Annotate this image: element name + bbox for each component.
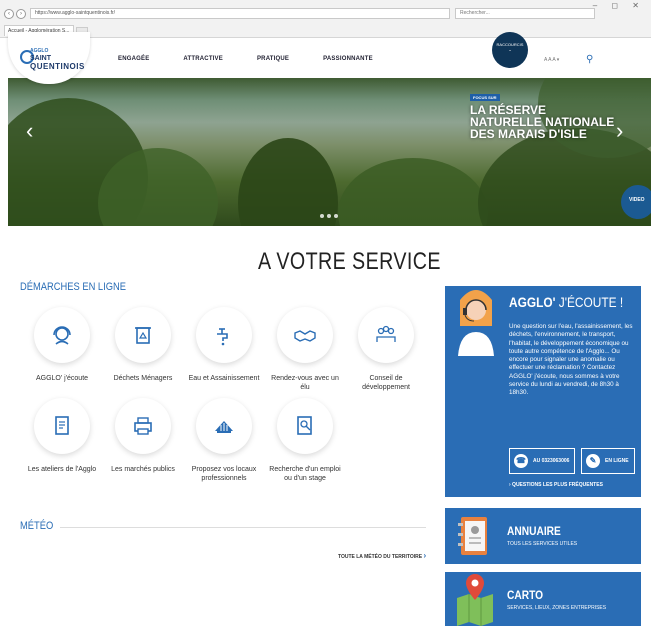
handshake-icon — [294, 330, 316, 342]
nav-attractive[interactable]: ATTRACTIVE — [183, 56, 223, 62]
service-rendez-vous[interactable]: Rendez-vous avec un élu — [265, 307, 345, 392]
recycle-bin-icon — [135, 327, 151, 344]
map-pin-icon — [457, 574, 493, 626]
nav-pratique[interactable]: PRATIQUE — [257, 56, 289, 62]
chevron-right-icon: › — [423, 551, 427, 560]
phone-button[interactable]: ☎ AU 0323063006 — [509, 448, 575, 474]
service-label: Les marchés publics — [111, 466, 175, 473]
faq-link[interactable]: › QUESTIONS LES PLUS FRÉQUENTES — [509, 482, 603, 488]
building-icon — [215, 421, 233, 433]
nav-engagee[interactable]: ENGAGÉE — [118, 56, 149, 62]
logo-text: AGGLO SAINT QUENTINOIS — [30, 47, 85, 71]
service-label: Les ateliers de l'Agglo — [27, 466, 97, 473]
service-circle — [34, 307, 90, 363]
headset-icon — [53, 326, 71, 345]
hero-dot[interactable] — [327, 214, 331, 218]
site-header: AGGLO SAINT QUENTINOIS ENGAGÉE ATTRACTIV… — [8, 32, 651, 84]
people-group-icon — [376, 325, 396, 342]
online-button[interactable]: ✎ EN LIGNE — [581, 448, 635, 474]
demarches-heading: DÉMARCHES EN LIGNE — [20, 281, 126, 293]
address-bar[interactable]: https://www.agglo-saintquentinois.fr/ — [30, 8, 450, 19]
site-logo[interactable]: AGGLO SAINT QUENTINOIS — [8, 32, 90, 84]
service-marches[interactable]: Les marchés publics — [103, 398, 183, 474]
online-label: EN LIGNE — [605, 458, 629, 464]
service-emploi[interactable]: Recherche d'un emploi ou d'un stage — [265, 398, 345, 483]
service-label: Rendez-vous avec un élu — [271, 375, 339, 391]
hero-dot[interactable] — [320, 214, 324, 218]
service-agglo-ecoute[interactable]: AGGLO' j'écoute — [22, 307, 102, 383]
annuaire-subtitle: TOUS LES SERVICES UTILES — [507, 541, 578, 547]
service-label: Proposez vos locaux professionnels — [191, 466, 257, 482]
phone-icon: ☎ — [514, 454, 528, 468]
nav-passionnante[interactable]: PASSIONNANTE — [323, 56, 373, 62]
service-circle — [277, 307, 333, 363]
service-dechets[interactable]: Déchets Ménagers — [103, 307, 183, 383]
service-circle — [115, 307, 171, 363]
service-circle — [115, 398, 171, 454]
service-locaux[interactable]: Proposez vos locaux professionnels — [184, 398, 264, 483]
address-book-icon — [458, 517, 487, 555]
carto-title: CARTO — [507, 588, 544, 602]
logo-line-1: AGGLO — [30, 48, 49, 54]
main-nav: ENGAGÉE ATTRACTIVE PRATIQUE PASSIONNANTE — [118, 56, 407, 62]
service-circle — [277, 398, 333, 454]
agglo-ecoute-panel: AGGLO' J'ÉCOUTE ! Une question sur l'eau… — [445, 286, 641, 497]
ecoute-description: Une question sur l'eau, l'assainissement… — [509, 323, 633, 397]
browser-chrome: – ◻ ✕ ‹ › https://www.agglo-saintquentin… — [0, 0, 651, 38]
shortcuts-button[interactable]: RACCOURCIS ⌄ — [492, 32, 528, 68]
page-title: A VOTRE SERVICE — [258, 248, 441, 275]
hero-title[interactable]: La réserve naturelle nationale des marai… — [470, 104, 620, 140]
video-button[interactable]: VIDEO — [621, 185, 651, 219]
service-eau[interactable]: Eau et Assainissement — [184, 307, 264, 383]
service-label: Conseil de développement — [362, 375, 410, 391]
service-circle — [196, 398, 252, 454]
ecoute-title-light: J'ÉCOUTE ! — [555, 294, 624, 310]
service-circle — [34, 398, 90, 454]
service-conseil[interactable]: Conseil de développement — [346, 307, 426, 392]
carto-tile[interactable]: CARTO SERVICES, LIEUX, ZONES ENTREPRISES — [445, 572, 641, 626]
hero-badge: FOCUS SUR — [470, 94, 500, 101]
logo-line-3: QUENTINOIS — [30, 62, 85, 71]
annuaire-title: ANNUAIRE — [507, 524, 561, 538]
hero-pagination — [320, 214, 341, 218]
chevron-down-icon: ⌄ — [508, 47, 512, 52]
search-icon[interactable]: ⚲ — [586, 54, 593, 65]
meteo-link-label: TOUTE LA MÉTÉO DU TERRITOIRE — [338, 554, 423, 560]
printer-icon — [134, 417, 152, 435]
browser-search-input[interactable]: Rechercher... — [455, 8, 595, 19]
hero-slider: ‹ › FOCUS SUR La réserve naturelle natio… — [8, 78, 651, 226]
service-label: Eau et Assainissement — [188, 375, 260, 382]
service-ateliers[interactable]: Les ateliers de l'Agglo — [22, 398, 102, 474]
water-tap-icon — [217, 328, 228, 346]
service-label: Recherche d'un emploi ou d'un stage — [269, 466, 341, 482]
font-size-selector[interactable]: A A A ▾ — [544, 57, 559, 63]
meteo-heading: MÉTÉO — [20, 520, 54, 532]
ecoute-title: AGGLO' J'ÉCOUTE ! — [509, 294, 623, 310]
forward-icon[interactable]: › — [16, 9, 26, 19]
service-label: Déchets Ménagers — [113, 375, 173, 382]
carto-subtitle: SERVICES, LIEUX, ZONES ENTREPRISES — [507, 605, 607, 611]
service-label: AGGLO' j'écoute — [35, 375, 89, 382]
edit-icon: ✎ — [586, 454, 600, 468]
back-icon[interactable]: ‹ — [4, 9, 14, 19]
job-search-icon — [297, 416, 312, 435]
operator-avatar-icon — [458, 290, 494, 356]
ecoute-title-bold: AGGLO' — [509, 294, 556, 310]
service-circle — [358, 307, 414, 363]
meteo-link[interactable]: TOUTE LA MÉTÉO DU TERRITOIRE › — [338, 551, 426, 560]
divider — [60, 527, 426, 528]
phone-label: AU 0323063006 — [533, 458, 570, 464]
hero-dot[interactable] — [334, 214, 338, 218]
window-controls[interactable]: – ◻ ✕ — [593, 1, 645, 10]
hero-prev-button[interactable]: ‹ — [26, 118, 33, 144]
logo-line-2: SAINT — [30, 55, 51, 62]
browser-nav: ‹ › — [4, 9, 28, 19]
service-circle — [196, 307, 252, 363]
document-icon — [55, 416, 69, 435]
annuaire-tile[interactable]: ANNUAIRE TOUS LES SERVICES UTILES — [445, 508, 641, 564]
